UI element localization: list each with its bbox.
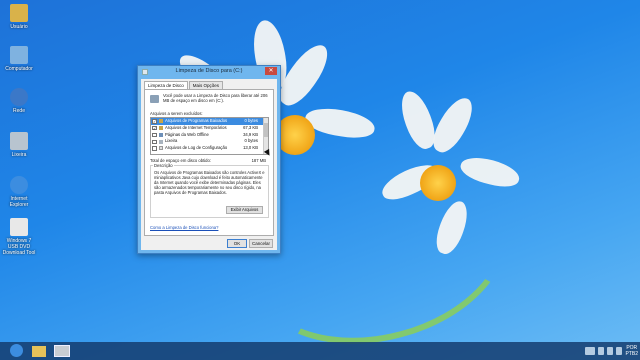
- intro-text: Você pode usar a Limpeza de Disco para l…: [163, 93, 268, 104]
- description-title: Descrição: [153, 163, 174, 168]
- item-size: 34,9 KB: [243, 131, 258, 137]
- checkbox[interactable]: ✓: [152, 119, 157, 124]
- tab-more-options[interactable]: Mais Opções: [188, 81, 224, 89]
- flower-center: [275, 115, 315, 155]
- description-group: Descrição Os Arquivos de Programas Baixa…: [150, 163, 269, 218]
- item-name: Arquivos de Programas Baixados: [165, 118, 228, 123]
- item-size: 13,0 KB: [243, 145, 258, 151]
- tab-bar: Limpeza de Disco Mais Opções: [144, 81, 224, 89]
- usb-dvd-tool-icon: [10, 218, 28, 236]
- recycle-bin-icon: [10, 132, 28, 150]
- item-name: Arquivos de Log de Configuração: [165, 145, 228, 151]
- item-name: Páginas da Web Offline: [165, 131, 209, 137]
- item-size: 0 bytes: [244, 138, 258, 144]
- ok-button[interactable]: OK: [227, 239, 247, 248]
- language-indicator[interactable]: POR PTB2: [625, 345, 638, 357]
- document-icon: [159, 146, 163, 151]
- item-name: Lixeira: [165, 138, 178, 144]
- internet-explorer-icon[interactable]: [10, 344, 23, 357]
- desktop-icon[interactable]: Lixeira: [2, 132, 36, 158]
- folder-icon: [159, 119, 163, 124]
- disk-cleanup-icon[interactable]: [54, 345, 70, 357]
- keyboard-icon[interactable]: [585, 347, 596, 355]
- help-link[interactable]: Como a Limpeza de Disco funciona?: [150, 225, 218, 230]
- internet-explorer-icon: [10, 176, 28, 194]
- item-size: 0 bytes: [244, 118, 258, 123]
- desktop-icon[interactable]: Rede: [2, 88, 36, 114]
- close-button[interactable]: ✕: [265, 67, 277, 75]
- taskbar: POR PTB2: [0, 342, 640, 360]
- files-to-delete-label: Arquivos a serem excluídos:: [150, 111, 203, 116]
- dialog-title: Limpeza de Disco para (C:): [175, 68, 243, 74]
- desktop-wallpaper: [0, 0, 640, 360]
- checkbox[interactable]: [152, 132, 157, 138]
- list-item[interactable]: Arquivos de Log de Configuração 13,0 KB: [151, 145, 268, 152]
- user-folder-icon: [10, 4, 28, 22]
- view-files-button[interactable]: Exibir Arquivos: [226, 206, 263, 214]
- network-icon: [10, 88, 28, 106]
- total-space-value: 187 MB: [251, 158, 266, 163]
- desktop-icon[interactable]: Computador: [2, 46, 36, 72]
- web-page-icon: [159, 132, 163, 137]
- tab-panel: Você pode usar a Limpeza de Disco para l…: [144, 89, 274, 236]
- desktop-icon[interactable]: Usuário: [2, 4, 36, 30]
- description-text: Os Arquivos de Programas Baixados são co…: [154, 170, 265, 195]
- drive-icon: [150, 95, 159, 103]
- scrollbar-thumb[interactable]: [264, 123, 268, 137]
- checkbox[interactable]: [152, 146, 157, 151]
- item-size: 67,3 KB: [243, 124, 258, 130]
- files-list[interactable]: ✓ Arquivos de Programas Baixados 0 bytes…: [150, 117, 269, 155]
- recycle-bin-icon: [159, 139, 163, 144]
- disk-cleanup-dialog: Limpeza de Disco para (C:) ✕ Limpeza de …: [137, 65, 281, 254]
- list-item[interactable]: Páginas da Web Offline 34,9 KB: [151, 132, 268, 139]
- file-explorer-icon[interactable]: [32, 346, 46, 357]
- flag-icon[interactable]: [598, 347, 605, 355]
- network-status-icon[interactable]: [607, 347, 614, 355]
- lock-icon: [159, 126, 163, 131]
- list-item[interactable]: ✓ Arquivos de Programas Baixados 0 bytes: [151, 118, 268, 125]
- flower-petal: [426, 92, 480, 158]
- item-name: Arquivos de Internet Temporários: [165, 124, 227, 130]
- desktop-icon[interactable]: Windows 7 USB DVD Download Tool: [2, 218, 36, 256]
- checkbox[interactable]: [152, 139, 157, 145]
- cancel-button[interactable]: Cancelar: [249, 239, 273, 248]
- volume-icon[interactable]: [616, 347, 623, 355]
- desktop-icon[interactable]: Internet Explorer: [2, 176, 36, 208]
- dialog-titlebar[interactable]: Limpeza de Disco para (C:) ✕: [138, 66, 280, 78]
- list-item[interactable]: ✓ Arquivos de Internet Temporários 67,3 …: [151, 125, 268, 132]
- system-tray: POR PTB2: [585, 343, 638, 359]
- tab-disk-cleanup[interactable]: Limpeza de Disco: [144, 81, 188, 89]
- dialog-client-area: Limpeza de Disco Mais Opções Você pode u…: [141, 79, 277, 250]
- computer-icon: [10, 46, 28, 64]
- checkbox[interactable]: ✓: [152, 125, 157, 131]
- list-item[interactable]: Lixeira 0 bytes: [151, 138, 268, 145]
